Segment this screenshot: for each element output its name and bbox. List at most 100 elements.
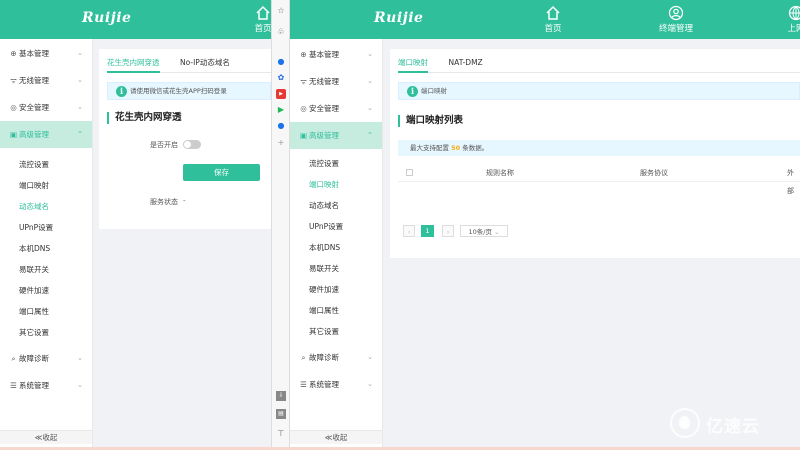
star-icon[interactable]: ☆ <box>276 6 286 16</box>
globe-icon <box>788 5 800 21</box>
sidebar-sub-hwaccel[interactable]: 硬件加速 <box>290 279 382 300</box>
sidebar-item-basic[interactable]: ⊕ 基本管理 ⌄ <box>290 41 382 68</box>
tab-noip[interactable]: No-IP动态域名 <box>180 55 230 73</box>
chevron-down-icon: ⌄ <box>77 103 83 111</box>
chevron-down-icon: ⌄ <box>367 104 373 112</box>
alert-banner: i 端口映射 <box>398 82 800 100</box>
status-label: 服务状态 <box>150 198 178 206</box>
next-page-button[interactable]: › <box>442 225 454 237</box>
sidebar-sub-portattr[interactable]: 端口属性 <box>290 300 382 321</box>
save-button[interactable]: 保存 <box>183 164 260 181</box>
paw-icon[interactable]: ✿ <box>276 73 286 83</box>
tab-port-mapping[interactable]: 端口映射 <box>398 55 428 73</box>
nav-internet[interactable]: 上网 <box>766 5 800 34</box>
pin-icon[interactable]: ⊤ <box>276 429 286 439</box>
sidebar-sub-other[interactable]: 其它设置 <box>290 321 382 342</box>
sidebar-item-wireless[interactable]: ᯤ 无线管理 ⌄ <box>290 68 382 95</box>
sidebar-sub-hwaccel[interactable]: 硬件加速 <box>0 280 92 301</box>
nav-home[interactable]: 首页 <box>523 5 583 34</box>
sidebar-item-advanced[interactable]: ▣ 高级管理 ⌃ <box>290 122 382 149</box>
chevron-down-icon: ⌄ <box>367 77 373 85</box>
sidebar-item-basic[interactable]: ⊕ 基本管理 ⌄ <box>0 40 92 67</box>
advanced-icon: ▣ <box>299 131 308 140</box>
sidebar-item-security[interactable]: ◎ 安全管理 ⌄ <box>290 95 382 122</box>
sidebar: ⊕ 基本管理 ⌄ ᯤ 无线管理 ⌄ ◎ 安全管理 ⌄ ▣ 高级管理 ⌃ 流控设置 端口映射 动态… <box>0 39 93 450</box>
collapse-button[interactable]: ≪收起 <box>0 430 92 444</box>
sidebar-sub-dns[interactable]: 本机DNS <box>290 237 382 258</box>
nav-home-label: 首页 <box>254 24 271 34</box>
sidebar-item-label: 无线管理 <box>19 76 49 85</box>
sidebar-item-label: 系统管理 <box>309 380 339 389</box>
chevron-down-icon: ⌄ <box>367 380 373 388</box>
sidebar-sub-ddns[interactable]: 动态域名 <box>290 195 382 216</box>
page-size-value: 10条/页 <box>468 228 492 236</box>
info-icon[interactable]: ● <box>276 121 286 131</box>
sidebar-sub-ddns[interactable]: 动态域名 <box>0 196 92 217</box>
sidebar-sub-upnp[interactable]: UPnP设置 <box>290 216 382 237</box>
sidebar-sub-dns[interactable]: 本机DNS <box>0 238 92 259</box>
chevron-down-icon: ⌄ <box>367 353 373 361</box>
chevron-down-icon: ⌄ <box>494 228 500 236</box>
sidebar-item-system[interactable]: ☰ 系统管理 ⌄ <box>0 372 92 399</box>
collapse-button[interactable]: ≪收起 <box>290 430 382 444</box>
sidebar-sub-portmap[interactable]: 端口映射 <box>290 174 382 195</box>
limit-info-bar: 最大支持配置 50 条数据。 <box>398 140 800 156</box>
alert-text: 端口映射 <box>421 87 447 95</box>
nav-home-label: 首页 <box>544 24 562 34</box>
sidebar-item-label: 无线管理 <box>309 77 339 86</box>
paint-icon[interactable]: ♧ <box>276 27 286 37</box>
limit-prefix: 最大支持配置 <box>410 144 449 152</box>
sidebar-sub-portmap[interactable]: 端口映射 <box>0 175 92 196</box>
plus-icon[interactable]: + <box>276 138 286 148</box>
extension-icon[interactable]: ● <box>276 57 286 67</box>
content-panel: 花生壳内网穿透 No-IP动态域名 i 请使用微信或花生壳APP扫码登录 花生壳… <box>99 49 271 229</box>
download-icon[interactable]: ⇩ <box>276 391 286 401</box>
alert-banner: i 请使用微信或花生壳APP扫码登录 <box>107 82 271 100</box>
chevron-down-icon: ⌄ <box>77 76 83 84</box>
sidebar-item-label: 故障诊断 <box>309 353 339 362</box>
info-icon: i <box>116 86 127 97</box>
sidebar-item-label: 基本管理 <box>309 50 339 59</box>
sidebar-sub-easylink[interactable]: 易联开关 <box>0 259 92 280</box>
play-icon[interactable]: ▶ <box>276 105 286 115</box>
nav-internet-label: 上网 <box>787 24 800 34</box>
alert-text: 请使用微信或花生壳APP扫码登录 <box>130 87 227 95</box>
tab-nat-dmz[interactable]: NAT-DMZ <box>449 55 483 73</box>
limit-number: 50 <box>451 144 461 152</box>
nav-terminal-label: 终端管理 <box>658 24 693 34</box>
nav-terminal[interactable]: 终端管理 <box>646 5 706 34</box>
page-1-button[interactable]: 1 <box>421 225 434 237</box>
sidebar-item-diagnose[interactable]: ⌕ 故障诊断 ⌄ <box>0 345 92 372</box>
select-all-checkbox[interactable] <box>406 169 413 176</box>
right-router-window: Ruijie 首页 终端管理 上网 ⊕基本管理 ⌄ ᯤ无线管理 ⌄ ◎安全管理 ⌄ ▣… <box>290 0 800 450</box>
sidebar-item-security[interactable]: ◎ 安全管理 ⌄ <box>0 94 92 121</box>
sidebar-item-label: 安全管理 <box>19 103 49 112</box>
info-icon: i <box>407 86 418 97</box>
save-icon[interactable]: ▤ <box>276 409 286 419</box>
advanced-icon: ▣ <box>9 130 18 139</box>
sidebar-sub-upnp[interactable]: UPnP设置 <box>0 217 92 238</box>
sidebar-sub-flow[interactable]: 流控设置 <box>0 154 92 175</box>
sidebar-item-system[interactable]: ☰ 系统管理 ⌄ <box>290 371 382 398</box>
sidebar-item-wireless[interactable]: ᯤ 无线管理 ⌄ <box>0 67 92 94</box>
sidebar-item-advanced[interactable]: ▣ 高级管理 ⌃ <box>0 121 92 148</box>
left-router-window: Ruijie 首页 ⊕ 基本管理 ⌄ ᯤ 无线管理 ⌄ ◎ 安全管理 ⌄ ▣ 高级管理 ⌃ 流控… <box>0 0 271 450</box>
sidebar-item-label: 系统管理 <box>19 381 49 390</box>
sidebar-item-diagnose[interactable]: ⌕ 故障诊断 ⌄ <box>290 344 382 371</box>
top-bar: Ruijie 首页 终端管理 上网 <box>290 0 800 39</box>
sidebar-sub-other[interactable]: 其它设置 <box>0 322 92 343</box>
sidebar-item-label: 故障诊断 <box>19 354 49 363</box>
page-size-select[interactable]: 10条/页 ⌄ <box>460 225 508 237</box>
video-icon[interactable]: ▶ <box>276 89 286 99</box>
diagnose-icon: ⌕ <box>301 353 306 362</box>
status-value: - <box>183 197 186 205</box>
enable-switch[interactable] <box>183 140 201 149</box>
top-bar: Ruijie 首页 <box>0 0 271 39</box>
wifi-icon: ᯤ <box>300 77 307 86</box>
sidebar-sub-portattr[interactable]: 端口属性 <box>0 301 92 322</box>
sidebar-sub-easylink[interactable]: 易联开关 <box>290 258 382 279</box>
nav-home[interactable]: 首页 <box>233 5 271 34</box>
sidebar-sub-flow[interactable]: 流控设置 <box>290 153 382 174</box>
prev-page-button[interactable]: ‹ <box>403 225 415 237</box>
tab-oray[interactable]: 花生壳内网穿透 <box>107 55 160 73</box>
